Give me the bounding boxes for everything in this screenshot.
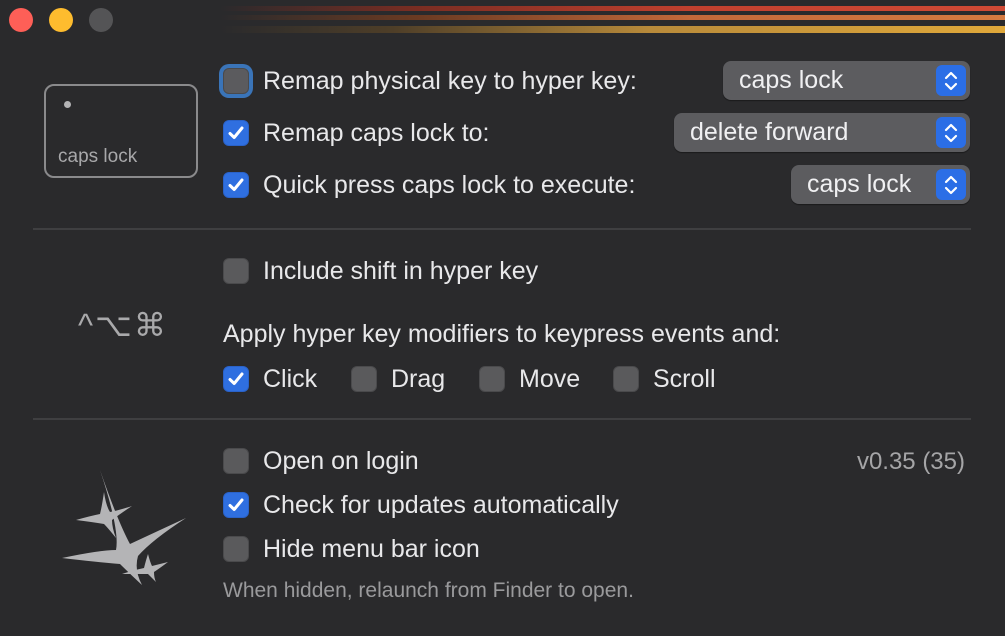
quick-press-label: Quick press caps lock to execute: bbox=[263, 170, 636, 199]
hide-menu-bar-icon-label: Hide menu bar icon bbox=[263, 534, 480, 563]
quick-press-select[interactable]: caps lock bbox=[791, 165, 970, 204]
event-move-row: Move bbox=[479, 362, 580, 396]
event-move-checkbox[interactable] bbox=[479, 366, 505, 392]
event-scroll-checkbox[interactable] bbox=[613, 366, 639, 392]
include-shift-checkbox[interactable] bbox=[223, 258, 249, 284]
remap-caps-lock-select[interactable]: delete forward bbox=[674, 113, 970, 152]
checkmark-icon bbox=[228, 372, 244, 385]
check-updates-label: Check for updates automatically bbox=[263, 490, 619, 519]
remap-caps-lock-label: Remap caps lock to: bbox=[263, 118, 490, 147]
hide-menu-bar-icon-row: Hide menu bar icon bbox=[223, 532, 480, 566]
chevron-up-down-icon bbox=[936, 169, 966, 200]
open-on-login-label: Open on login bbox=[263, 446, 419, 475]
header-stripe-yellow bbox=[220, 26, 1005, 33]
remap-caps-lock-checkbox[interactable] bbox=[223, 120, 249, 146]
section-divider bbox=[33, 418, 971, 420]
event-scroll-row: Scroll bbox=[613, 362, 716, 396]
remap-caps-lock-select-value: delete forward bbox=[690, 118, 849, 146]
title-bar bbox=[0, 0, 1005, 40]
event-drag-label: Drag bbox=[391, 364, 446, 393]
zoom-window-button[interactable] bbox=[89, 8, 113, 32]
remap-caps-lock-row: Remap caps lock to: bbox=[223, 116, 490, 150]
physical-key-select-value: caps lock bbox=[739, 66, 844, 94]
version-label: v0.35 (35) bbox=[856, 448, 965, 475]
key-preview-label: caps lock bbox=[58, 146, 138, 167]
include-shift-label: Include shift in hyper key bbox=[263, 256, 539, 285]
event-move-label: Move bbox=[519, 364, 581, 393]
checkmark-icon bbox=[228, 178, 244, 191]
caps-lock-led-icon bbox=[64, 101, 71, 108]
event-click-label: Click bbox=[263, 364, 318, 393]
checkmark-icon bbox=[228, 126, 244, 139]
hidden-hint-text: When hidden, relaunch from Finder to ope… bbox=[223, 579, 634, 602]
modifier-symbols-icon: ^⌥⌘ bbox=[78, 307, 168, 343]
minimize-window-button[interactable] bbox=[49, 8, 73, 32]
remap-physical-key-row: Remap physical key to hyper key: bbox=[223, 64, 637, 98]
check-updates-checkbox[interactable] bbox=[223, 492, 249, 518]
quick-press-select-value: caps lock bbox=[807, 170, 912, 198]
chevron-up-down-icon bbox=[936, 117, 966, 148]
physical-key-select[interactable]: caps lock bbox=[723, 61, 970, 100]
quick-press-checkbox[interactable] bbox=[223, 172, 249, 198]
apply-modifiers-heading: Apply hyper key modifiers to keypress ev… bbox=[223, 320, 781, 348]
chevron-up-down-icon bbox=[936, 65, 966, 96]
event-drag-checkbox[interactable] bbox=[351, 366, 377, 392]
event-click-checkbox[interactable] bbox=[223, 366, 249, 392]
close-window-button[interactable] bbox=[9, 8, 33, 32]
open-on-login-checkbox[interactable] bbox=[223, 448, 249, 474]
event-drag-row: Drag bbox=[351, 362, 445, 396]
remap-physical-key-label: Remap physical key to hyper key: bbox=[263, 66, 637, 95]
header-stripe-orange bbox=[220, 15, 1005, 20]
remap-physical-key-checkbox[interactable] bbox=[223, 68, 249, 94]
event-scroll-label: Scroll bbox=[653, 364, 716, 393]
header-stripe-red bbox=[220, 6, 1005, 11]
sparkles-icon bbox=[62, 470, 186, 585]
open-on-login-row: Open on login bbox=[223, 444, 419, 478]
section-divider bbox=[33, 228, 971, 230]
check-updates-row: Check for updates automatically bbox=[223, 488, 619, 522]
quick-press-row: Quick press caps lock to execute: bbox=[223, 168, 635, 202]
checkmark-icon bbox=[228, 498, 244, 511]
event-click-row: Click bbox=[223, 362, 317, 396]
include-shift-row: Include shift in hyper key bbox=[223, 254, 538, 288]
caps-lock-key-preview: caps lock bbox=[44, 84, 198, 178]
hide-menu-bar-icon-checkbox[interactable] bbox=[223, 536, 249, 562]
